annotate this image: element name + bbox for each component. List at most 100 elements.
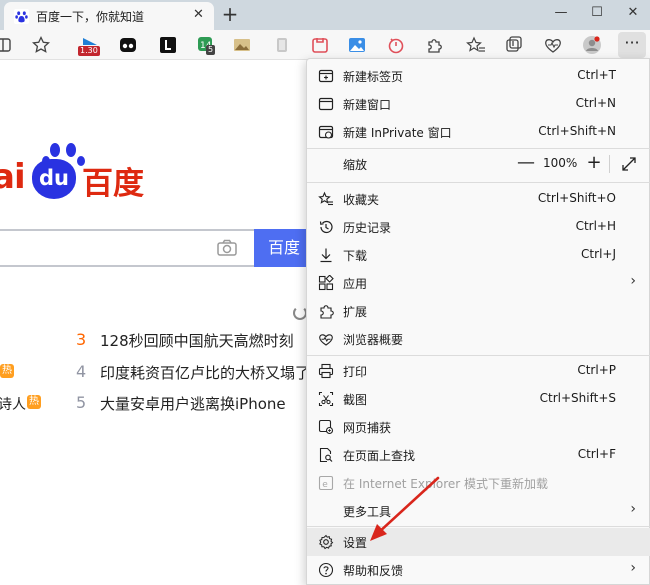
menu-separator	[307, 526, 650, 527]
tab-title: 百度一下，你就知道	[36, 10, 145, 24]
collections-icon[interactable]	[504, 35, 524, 55]
menu-shortcut: Ctrl+N	[575, 96, 616, 110]
menu-item-new-window[interactable]: 新建窗口 Ctrl+N	[307, 90, 650, 118]
menu-item-history[interactable]: 历史记录 Ctrl+H	[307, 213, 650, 241]
extension-timer-icon[interactable]	[386, 35, 406, 55]
chevron-right-icon: ›	[630, 560, 636, 576]
extension-video-icon[interactable]: 1.30	[78, 35, 100, 56]
apps-icon	[318, 274, 334, 291]
hot-rank: 4	[76, 362, 87, 381]
menu-item-apps[interactable]: 应用 ›	[307, 269, 650, 297]
find-on-page-icon	[318, 447, 334, 463]
menu-label: 应用	[343, 277, 368, 291]
chevron-right-icon: ›	[630, 273, 636, 289]
menu-item-find-on-page[interactable]: 在页面上查找 Ctrl+F	[307, 441, 650, 469]
menu-shortcut: Ctrl+Shift+S	[539, 391, 616, 405]
zoom-out-button[interactable]: —	[515, 153, 537, 175]
new-tab-icon	[318, 68, 334, 84]
menu-item-screenshot[interactable]: 截图 Ctrl+Shift+S	[307, 385, 650, 413]
print-icon	[318, 363, 334, 379]
menu-item-new-inprivate[interactable]: 新建 InPrivate 窗口 Ctrl+Shift+N	[307, 118, 650, 146]
menu-separator	[307, 148, 650, 149]
menu-label: 截图	[343, 393, 368, 407]
extension-badge-count: 5	[206, 45, 216, 55]
menu-label: 收藏夹	[343, 193, 380, 207]
hot-tag: 热	[0, 364, 14, 378]
menu-item-print[interactable]: 打印 Ctrl+P	[307, 357, 650, 385]
menu-label: 历史记录	[343, 221, 392, 235]
settings-and-more-button[interactable]: ···	[618, 32, 646, 58]
menu-shortcut: Ctrl+H	[575, 219, 616, 233]
extension-green-icon[interactable]: 14 5	[196, 35, 216, 55]
menu-label: 新建窗口	[343, 98, 392, 112]
menu-item-settings[interactable]: 设置	[307, 528, 650, 556]
menu-label: 下载	[343, 249, 368, 263]
profile-avatar-icon[interactable]	[582, 35, 602, 55]
menu-separator	[307, 182, 650, 183]
menu-item-browser-essentials[interactable]: 浏览器概要	[307, 325, 650, 353]
menu-label: 浏览器概要	[343, 333, 404, 347]
close-window-button[interactable]: ✕	[616, 0, 650, 28]
camera-icon[interactable]	[216, 237, 238, 259]
tab-close-icon[interactable]: ✕	[193, 7, 204, 22]
extension-image-icon[interactable]	[232, 35, 252, 55]
new-window-icon	[318, 96, 334, 112]
zoom-divider	[609, 155, 610, 173]
loading-spinner-icon	[293, 306, 307, 320]
extension-tampermonkey-icon[interactable]	[118, 35, 138, 55]
browser-tab[interactable]: 百度一下，你就知道 ✕	[4, 2, 214, 30]
split-screen-icon[interactable]	[0, 35, 14, 55]
menu-shortcut: Ctrl+T	[577, 68, 616, 82]
new-tab-button[interactable]: +	[218, 2, 242, 26]
hot-title: 印度耗资百亿卢比的大桥又塌了	[100, 364, 311, 382]
favorite-star-icon[interactable]	[31, 35, 51, 55]
baidu-logo[interactable]: ai du 百度	[0, 143, 172, 203]
menu-item-extensions[interactable]: 扩展	[307, 297, 650, 325]
logo-chinese: 百度	[82, 166, 144, 202]
search-button[interactable]: 百度一	[254, 229, 314, 295]
search-input[interactable]	[0, 229, 256, 267]
favorites-icon[interactable]	[466, 35, 486, 55]
browser-essentials-heart-icon[interactable]	[543, 35, 563, 55]
zoom-in-button[interactable]: +	[583, 153, 605, 175]
menu-label: 新建标签页	[343, 70, 404, 84]
menu-shortcut: Ctrl+J	[581, 247, 616, 261]
help-question-icon	[318, 562, 334, 578]
menu-item-downloads[interactable]: 下载 Ctrl+J	[307, 241, 650, 269]
hot-rank: 3	[76, 330, 87, 349]
menu-label: 扩展	[343, 305, 368, 319]
menu-label: 在页面上查找	[343, 449, 416, 463]
menu-label: 帮助和反馈	[343, 564, 404, 578]
menu-shortcut: Ctrl+P	[577, 363, 616, 377]
menu-item-favorites[interactable]: 收藏夹 Ctrl+Shift+O	[307, 185, 650, 213]
menu-shortcut: Ctrl+F	[577, 447, 616, 461]
extension-clip-icon[interactable]	[272, 35, 292, 55]
extension-picture-icon[interactable]	[347, 35, 367, 55]
extensions-puzzle-icon	[318, 303, 334, 319]
menu-label: 缩放	[343, 158, 368, 172]
menu-label: 在 Internet Explorer 模式下重新加载	[343, 477, 549, 491]
hot-item-fragment[interactable]: 诗人	[0, 394, 26, 414]
browser-toolbar: 1.30 14 5 ···	[0, 30, 650, 60]
svg-text:e: e	[322, 480, 328, 490]
minimize-button[interactable]: —	[544, 0, 578, 28]
logo-du: du	[32, 159, 76, 199]
hot-title: 128秒回顾中国航天高燃时刻	[100, 332, 294, 350]
menu-label: 新建 InPrivate 窗口	[343, 126, 452, 140]
favorites-icon	[318, 191, 334, 207]
fullscreen-icon[interactable]	[620, 155, 638, 173]
maximize-button[interactable]: ☐	[580, 0, 614, 28]
history-icon	[318, 219, 334, 235]
menu-item-more-tools[interactable]: 更多工具 ›	[307, 497, 650, 525]
menu-item-web-capture[interactable]: 网页捕获	[307, 413, 650, 441]
extension-badge: 1.30	[78, 46, 100, 56]
zoom-level: 100%	[543, 156, 578, 170]
menu-item-help[interactable]: 帮助和反馈 ›	[307, 556, 650, 584]
hot-title: 大量安卓用户逃离换iPhone	[100, 395, 286, 413]
menu-item-new-tab[interactable]: 新建标签页 Ctrl+T	[307, 62, 650, 90]
menu-label: 设置	[343, 536, 368, 550]
extension-red-save-icon[interactable]	[310, 35, 330, 55]
extensions-puzzle-icon[interactable]	[424, 35, 444, 55]
extension-l-icon[interactable]	[158, 35, 178, 55]
logo-partial-text: ai	[0, 157, 26, 197]
